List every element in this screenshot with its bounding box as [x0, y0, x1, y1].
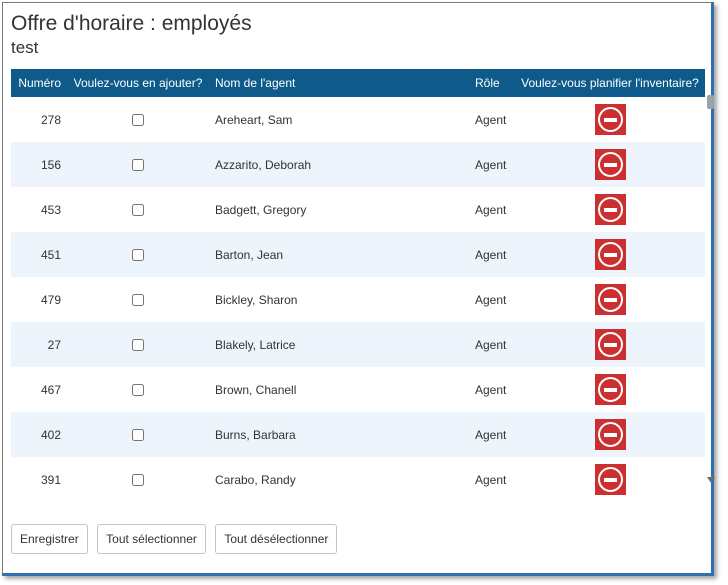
table-scrollbar[interactable] [707, 95, 715, 491]
table-header-row: Numéro Voulez-vous en ajouter? Nom de l'… [11, 69, 705, 97]
add-agent-checkbox[interactable] [132, 249, 144, 262]
row-add-cell [67, 97, 209, 142]
row-number: 27 [47, 337, 61, 352]
row-add-cell [67, 142, 209, 187]
table-row: 27 Blakely, Latrice Agent [11, 322, 705, 367]
row-agent-name: Bickley, Sharon [215, 292, 298, 307]
no-entry-icon[interactable] [594, 284, 626, 315]
row-inventory-cell [515, 367, 705, 412]
add-agent-checkbox[interactable] [132, 114, 144, 127]
employee-table: Numéro Voulez-vous en ajouter? Nom de l'… [11, 69, 705, 497]
row-role: Agent [475, 427, 507, 442]
select-all-button[interactable]: Tout sélectionner [97, 524, 206, 554]
add-agent-checkbox[interactable] [132, 384, 144, 397]
row-add-cell [67, 457, 209, 497]
employee-table-container[interactable]: Numéro Voulez-vous en ajouter? Nom de l'… [11, 69, 705, 497]
dialog-button-bar: Enregistrer Tout sélectionner Tout désél… [11, 524, 342, 554]
add-agent-checkbox[interactable] [132, 339, 144, 352]
table-row: 278 Areheart, Sam Agent [11, 97, 705, 142]
table-row: 391 Carabo, Randy Agent [11, 457, 705, 497]
row-role: Agent [475, 337, 507, 352]
row-agent-name: Carabo, Randy [215, 472, 296, 487]
row-inventory-cell [515, 232, 705, 277]
row-inventory-cell [515, 322, 705, 367]
row-agent-name: Azzarito, Deborah [215, 157, 312, 172]
row-role: Agent [475, 382, 507, 397]
no-entry-icon[interactable] [594, 464, 626, 495]
row-agent-name: Brown, Chanell [215, 382, 297, 397]
table-row: 156 Azzarito, Deborah Agent [11, 142, 705, 187]
row-role: Agent [475, 157, 507, 172]
row-role: Agent [475, 472, 507, 487]
row-number: 402 [40, 427, 61, 442]
add-agent-checkbox[interactable] [132, 294, 144, 307]
no-entry-icon[interactable] [594, 374, 626, 405]
scroll-down-icon[interactable] [707, 477, 715, 483]
row-inventory-cell [515, 142, 705, 187]
header-number: Numéro [18, 76, 61, 90]
employee-schedule-offer-dialog: Offre d'horaire : employés test Numéro V… [2, 2, 715, 576]
row-add-cell [67, 277, 209, 322]
row-add-cell [67, 322, 209, 367]
row-number: 451 [40, 247, 61, 262]
row-agent-name: Barton, Jean [215, 247, 284, 262]
header-agent-name: Nom de l'agent [215, 76, 296, 90]
scrollbar-thumb[interactable] [707, 95, 714, 109]
no-entry-icon[interactable] [594, 149, 626, 180]
add-agent-checkbox[interactable] [132, 204, 144, 217]
dialog-title: Offre d'horaire : employés [11, 12, 252, 35]
no-entry-icon[interactable] [594, 194, 626, 225]
save-button[interactable]: Enregistrer [11, 524, 88, 554]
row-agent-name: Blakely, Latrice [215, 337, 296, 352]
deselect-all-button[interactable]: Tout désélectionner [215, 524, 338, 554]
row-role: Agent [475, 202, 507, 217]
no-entry-icon[interactable] [594, 419, 626, 450]
header-role: Rôle [475, 76, 500, 90]
row-inventory-cell [515, 412, 705, 457]
row-number: 278 [40, 112, 61, 127]
add-agent-checkbox[interactable] [132, 474, 144, 487]
add-agent-checkbox[interactable] [132, 429, 144, 442]
header-inventory: Voulez-vous planifier l'inventaire? [521, 76, 699, 90]
row-inventory-cell [515, 187, 705, 232]
row-agent-name: Burns, Barbara [215, 427, 296, 442]
table-row: 467 Brown, Chanell Agent [11, 367, 705, 412]
table-row: 453 Badgett, Gregory Agent [11, 187, 705, 232]
add-agent-checkbox[interactable] [132, 159, 144, 172]
row-inventory-cell [515, 277, 705, 322]
row-add-cell [67, 412, 209, 457]
no-entry-icon[interactable] [594, 104, 626, 135]
table-row: 402 Burns, Barbara Agent [11, 412, 705, 457]
no-entry-icon[interactable] [594, 239, 626, 270]
row-add-cell [67, 187, 209, 232]
row-number: 479 [40, 292, 61, 307]
header-add: Voulez-vous en ajouter? [73, 76, 203, 90]
dialog-subtitle: test [11, 38, 39, 57]
row-role: Agent [475, 247, 507, 262]
row-number: 156 [40, 157, 61, 172]
table-row: 479 Bickley, Sharon Agent [11, 277, 705, 322]
row-inventory-cell [515, 457, 705, 497]
row-role: Agent [475, 292, 507, 307]
table-row: 451 Barton, Jean Agent [11, 232, 705, 277]
row-number: 391 [40, 472, 61, 487]
row-add-cell [67, 232, 209, 277]
no-entry-icon[interactable] [594, 329, 626, 360]
row-role: Agent [475, 112, 507, 127]
row-number: 453 [40, 202, 61, 217]
row-add-cell [67, 367, 209, 412]
row-number: 467 [40, 382, 61, 397]
row-agent-name: Badgett, Gregory [215, 202, 307, 217]
row-inventory-cell [515, 97, 705, 142]
row-agent-name: Areheart, Sam [215, 112, 293, 127]
